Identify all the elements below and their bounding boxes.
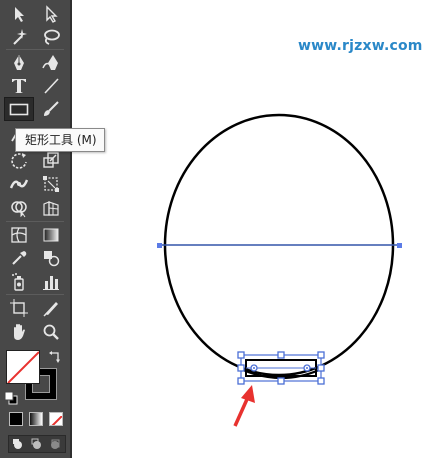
artboard-tool[interactable] bbox=[4, 296, 34, 320]
direct-selection-tool[interactable] bbox=[36, 2, 66, 26]
draw-inside-icon[interactable] bbox=[51, 439, 60, 449]
tools-panel bbox=[0, 0, 72, 458]
site-watermark: www.rjzxw.com bbox=[298, 38, 423, 54]
perspective-grid-tool[interactable] bbox=[36, 196, 66, 220]
drawing-modes-bar bbox=[8, 435, 66, 453]
symbol-sprayer-icon bbox=[12, 273, 24, 291]
free-transform-tool[interactable] bbox=[36, 172, 66, 196]
artboard-icon bbox=[10, 299, 28, 317]
gradient-icon bbox=[43, 228, 59, 242]
selection-tool[interactable] bbox=[4, 2, 34, 26]
line-segment-icon bbox=[44, 78, 59, 94]
shape-builder-tool[interactable] bbox=[4, 196, 34, 220]
fill-swatch[interactable] bbox=[6, 350, 40, 384]
corner-widget-icon[interactable] bbox=[250, 364, 258, 372]
none-fill-slash-icon bbox=[7, 351, 39, 383]
gradient-tool[interactable] bbox=[36, 223, 66, 247]
zoom-tool[interactable] bbox=[36, 320, 66, 344]
hand-icon bbox=[14, 324, 25, 340]
width-icon bbox=[9, 179, 29, 189]
slice-tool[interactable] bbox=[36, 296, 66, 320]
none-mode-button[interactable] bbox=[49, 412, 63, 426]
free-transform-icon bbox=[43, 176, 59, 192]
default-fill-stroke-icon[interactable] bbox=[4, 390, 18, 405]
magic-wand-icon bbox=[13, 29, 27, 45]
none-slash-icon bbox=[51, 415, 62, 425]
symbol-sprayer-tool[interactable] bbox=[4, 270, 34, 294]
red-pointer-arrow bbox=[233, 385, 255, 427]
zoom-icon bbox=[43, 324, 59, 340]
magic-wand-tool[interactable] bbox=[4, 25, 34, 49]
draw-behind-icon[interactable] bbox=[31, 438, 41, 449]
perspective-grid-icon bbox=[43, 201, 59, 216]
rectangle-icon bbox=[9, 103, 29, 116]
rotate-icon bbox=[11, 153, 27, 169]
mesh-icon bbox=[11, 227, 27, 243]
hand-tool[interactable] bbox=[4, 320, 34, 344]
pen-tool[interactable] bbox=[4, 51, 34, 75]
curvature-tool[interactable] bbox=[36, 51, 66, 75]
scale-icon bbox=[43, 152, 59, 168]
paintbrush-tool[interactable] bbox=[36, 97, 66, 121]
gradient-mode-button[interactable] bbox=[29, 412, 43, 426]
column-graph-icon bbox=[43, 276, 59, 290]
draw-normal-icon[interactable] bbox=[13, 439, 22, 449]
blend-icon bbox=[44, 251, 60, 267]
rectangle-tool-tooltip: 矩形工具 (M) bbox=[15, 128, 105, 152]
type-tool[interactable] bbox=[4, 74, 34, 98]
direct-selection-arrow-icon bbox=[46, 5, 58, 23]
color-mode-button[interactable] bbox=[9, 412, 23, 426]
width-tool[interactable] bbox=[4, 172, 34, 196]
lasso-icon bbox=[44, 29, 60, 45]
selection-arrow-icon bbox=[15, 7, 24, 22]
slice-icon bbox=[43, 302, 58, 317]
type-icon bbox=[12, 79, 26, 93]
line-segment-tool[interactable] bbox=[36, 74, 66, 98]
corner-widget-icon[interactable] bbox=[303, 364, 311, 372]
lasso-tool[interactable] bbox=[36, 25, 66, 49]
curvature-pen-icon bbox=[42, 55, 58, 70]
swap-fill-stroke-icon[interactable] bbox=[48, 349, 62, 363]
eyedropper-tool[interactable] bbox=[4, 246, 34, 270]
oval-shape[interactable] bbox=[163, 113, 395, 377]
selected-rectangle-group[interactable] bbox=[237, 351, 325, 385]
mesh-tool[interactable] bbox=[4, 223, 34, 247]
eyedropper-icon bbox=[12, 251, 27, 265]
paintbrush-icon bbox=[44, 101, 59, 116]
rectangle-tool[interactable] bbox=[4, 97, 34, 121]
column-graph-tool[interactable] bbox=[36, 270, 66, 294]
pen-icon bbox=[14, 55, 24, 70]
shape-builder-icon bbox=[11, 201, 27, 218]
blend-tool[interactable] bbox=[36, 246, 66, 270]
